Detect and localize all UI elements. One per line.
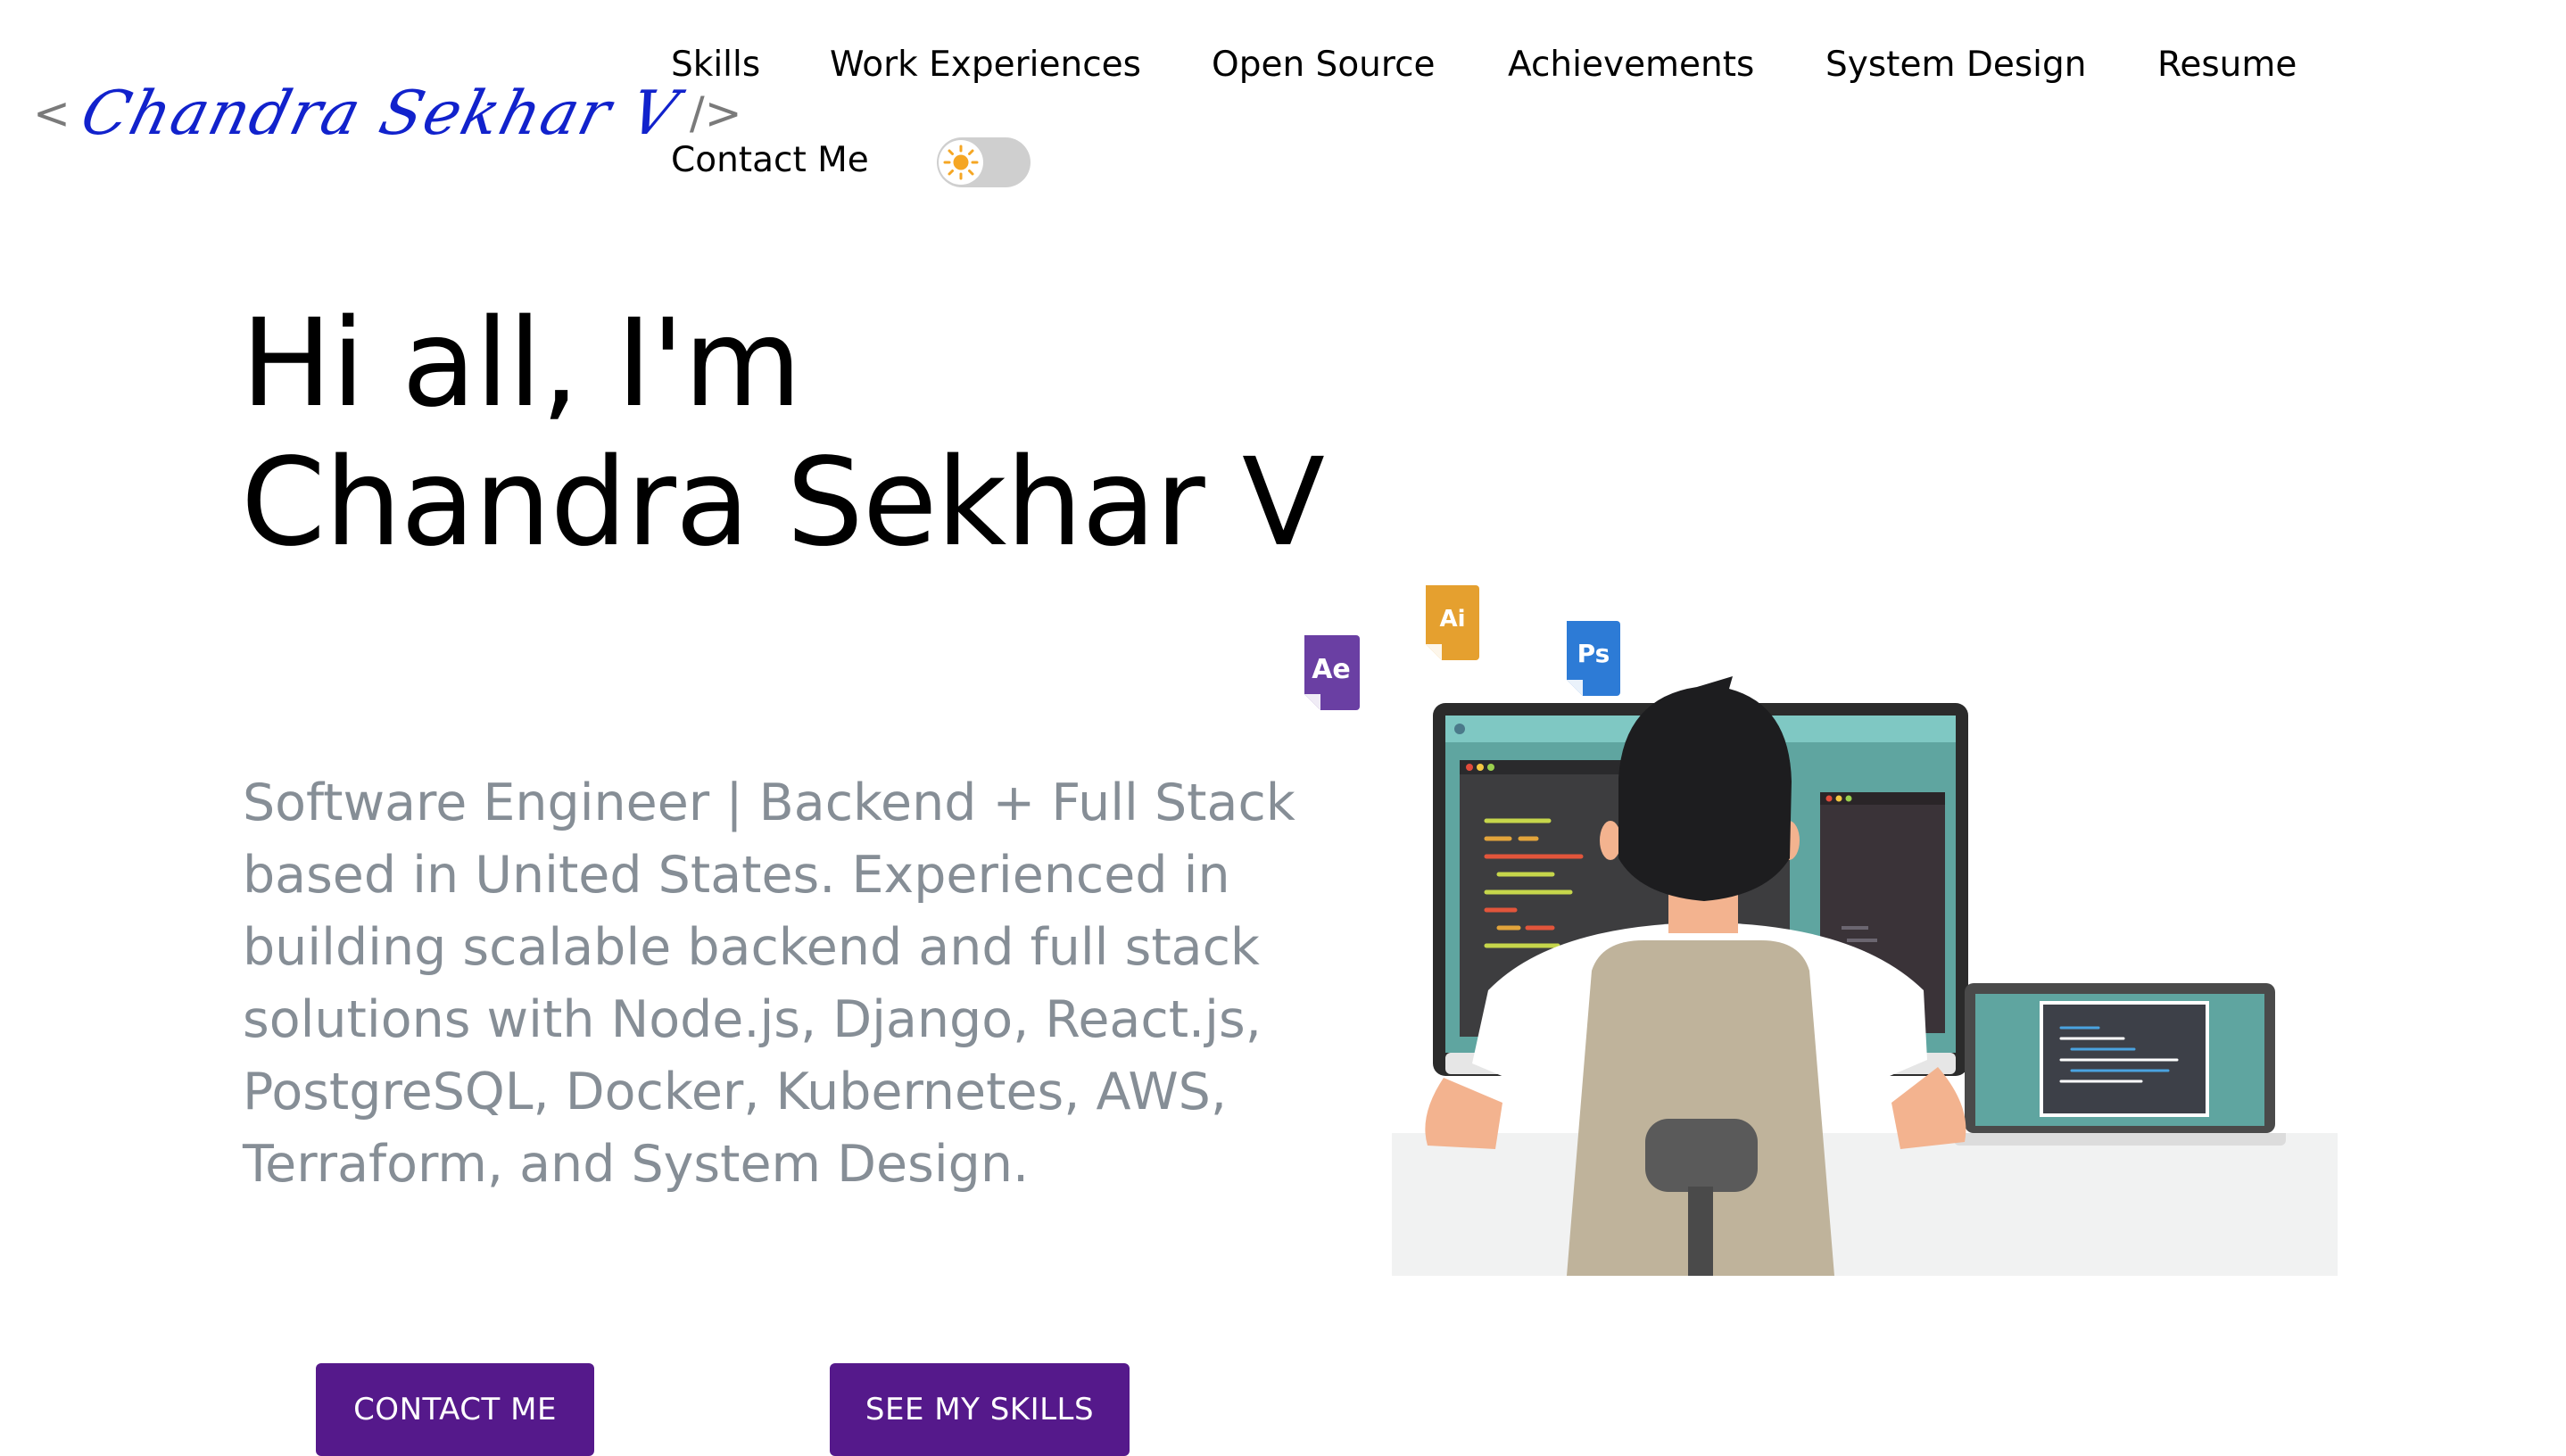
svg-text:Ps: Ps [1577,639,1610,668]
sun-icon [943,145,979,180]
contact-me-button[interactable]: CONTACT ME [316,1363,594,1456]
logo[interactable]: < Chandra Sekhar V /> [33,64,742,162]
theme-toggle[interactable] [937,137,1031,187]
hero-subtitle: Software Engineer | Backend + Full Stack… [243,774,1295,1194]
theme-toggle-knob [939,140,983,185]
logo-open-bracket: < [33,87,70,139]
svg-text:Ai: Ai [1439,606,1465,633]
desk [1392,1133,2338,1276]
nav-skills[interactable]: Skills [671,45,760,85]
nav-resume[interactable]: Resume [2157,45,2297,85]
nav-system-design[interactable]: System Design [1825,45,2086,85]
hero-greeting: Hi all, I'm Chandra Sekhar V [241,294,1325,574]
photoshop-icon: Ps [1567,621,1620,696]
logo-close-bracket: /> [689,87,742,139]
nav-contact-me[interactable]: Contact Me [671,140,869,180]
nav-open-source[interactable]: Open Source [1212,45,1436,85]
illustrator-icon: Ai [1426,585,1479,660]
laptop [1954,983,2286,1146]
after-effects-icon: Ae [1304,635,1360,710]
see-my-skills-button[interactable]: SEE MY SKILLS [830,1363,1130,1456]
svg-text:Ae: Ae [1312,654,1351,685]
developer-illustration: Ae Ai Ps [1304,585,2338,1276]
logo-signature: Chandra Sekhar V [74,78,686,149]
nav-achievements[interactable]: Achievements [1508,45,1754,85]
nav-work-experiences[interactable]: Work Experiences [830,45,1141,85]
